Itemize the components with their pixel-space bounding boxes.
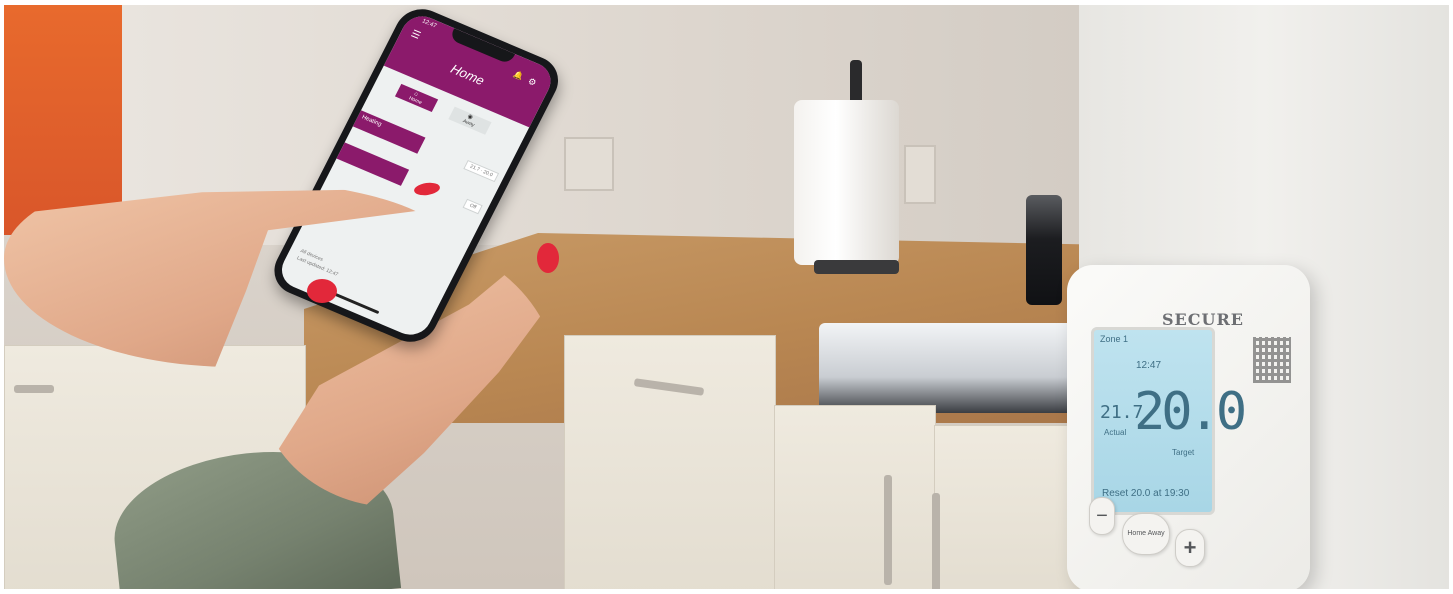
tab-home[interactable]: ⌂ Home — [394, 83, 439, 113]
cabinet-door-2 — [934, 425, 1086, 589]
second-row-label — [336, 142, 410, 186]
thermostat-plus-button[interactable]: + — [1175, 529, 1205, 567]
door-handle-1 — [884, 475, 892, 585]
thermostat-display: Zone 1 12:47 21.7 Actual 20.0 Target Res… — [1091, 327, 1247, 515]
display-target-label: Target — [1172, 448, 1195, 457]
thermostat-minus-button[interactable]: − — [1089, 497, 1115, 535]
orange-wall-panel — [4, 5, 122, 235]
paper-towel-roll — [794, 100, 899, 265]
wall-thermostat: SECURE Zone 1 12:47 21.7 Actual 20.0 Tar… — [1067, 265, 1310, 589]
tab-away[interactable]: ◉ Away — [448, 106, 492, 135]
bell-icon[interactable]: 🔔 — [512, 70, 525, 82]
cabinet-drawer — [564, 335, 776, 589]
soap-bottle — [1026, 195, 1062, 305]
display-reset-info: Reset 20.0 at 19:30 — [1102, 488, 1190, 499]
display-time: 12:47 — [1136, 360, 1162, 371]
paper-towel-base — [814, 260, 899, 274]
heating-label: Heating — [352, 110, 426, 154]
cabinet-door-1 — [774, 405, 936, 589]
heating-value: 21.7 · 20.0 — [463, 159, 500, 183]
display-actual-label: Actual — [1104, 428, 1127, 437]
display-target-temp: 20.0 — [1134, 382, 1247, 442]
gear-icon[interactable]: ⚙ — [526, 76, 538, 89]
fingernail-left — [307, 279, 337, 303]
second-row-value: Off — [462, 198, 483, 215]
menu-icon[interactable]: ☰ — [409, 28, 422, 41]
thermostat-mode-button[interactable]: Home Away — [1122, 513, 1170, 555]
fingernail-thumb — [537, 243, 559, 273]
wall-switch — [904, 145, 936, 204]
display-zone: Zone 1 — [1100, 334, 1129, 344]
status-time: 12:47 — [420, 18, 438, 30]
paper-towel-pole — [850, 60, 862, 105]
kitchen-sink — [819, 323, 1079, 413]
cabinet-handle-left — [14, 385, 54, 393]
door-handle-2 — [932, 493, 940, 589]
qr-code-icon — [1253, 337, 1291, 383]
home-icon: ⌂ — [412, 91, 419, 98]
kitchen-scene: SECURE Zone 1 12:47 21.7 Actual 20.0 Tar… — [4, 5, 1449, 589]
